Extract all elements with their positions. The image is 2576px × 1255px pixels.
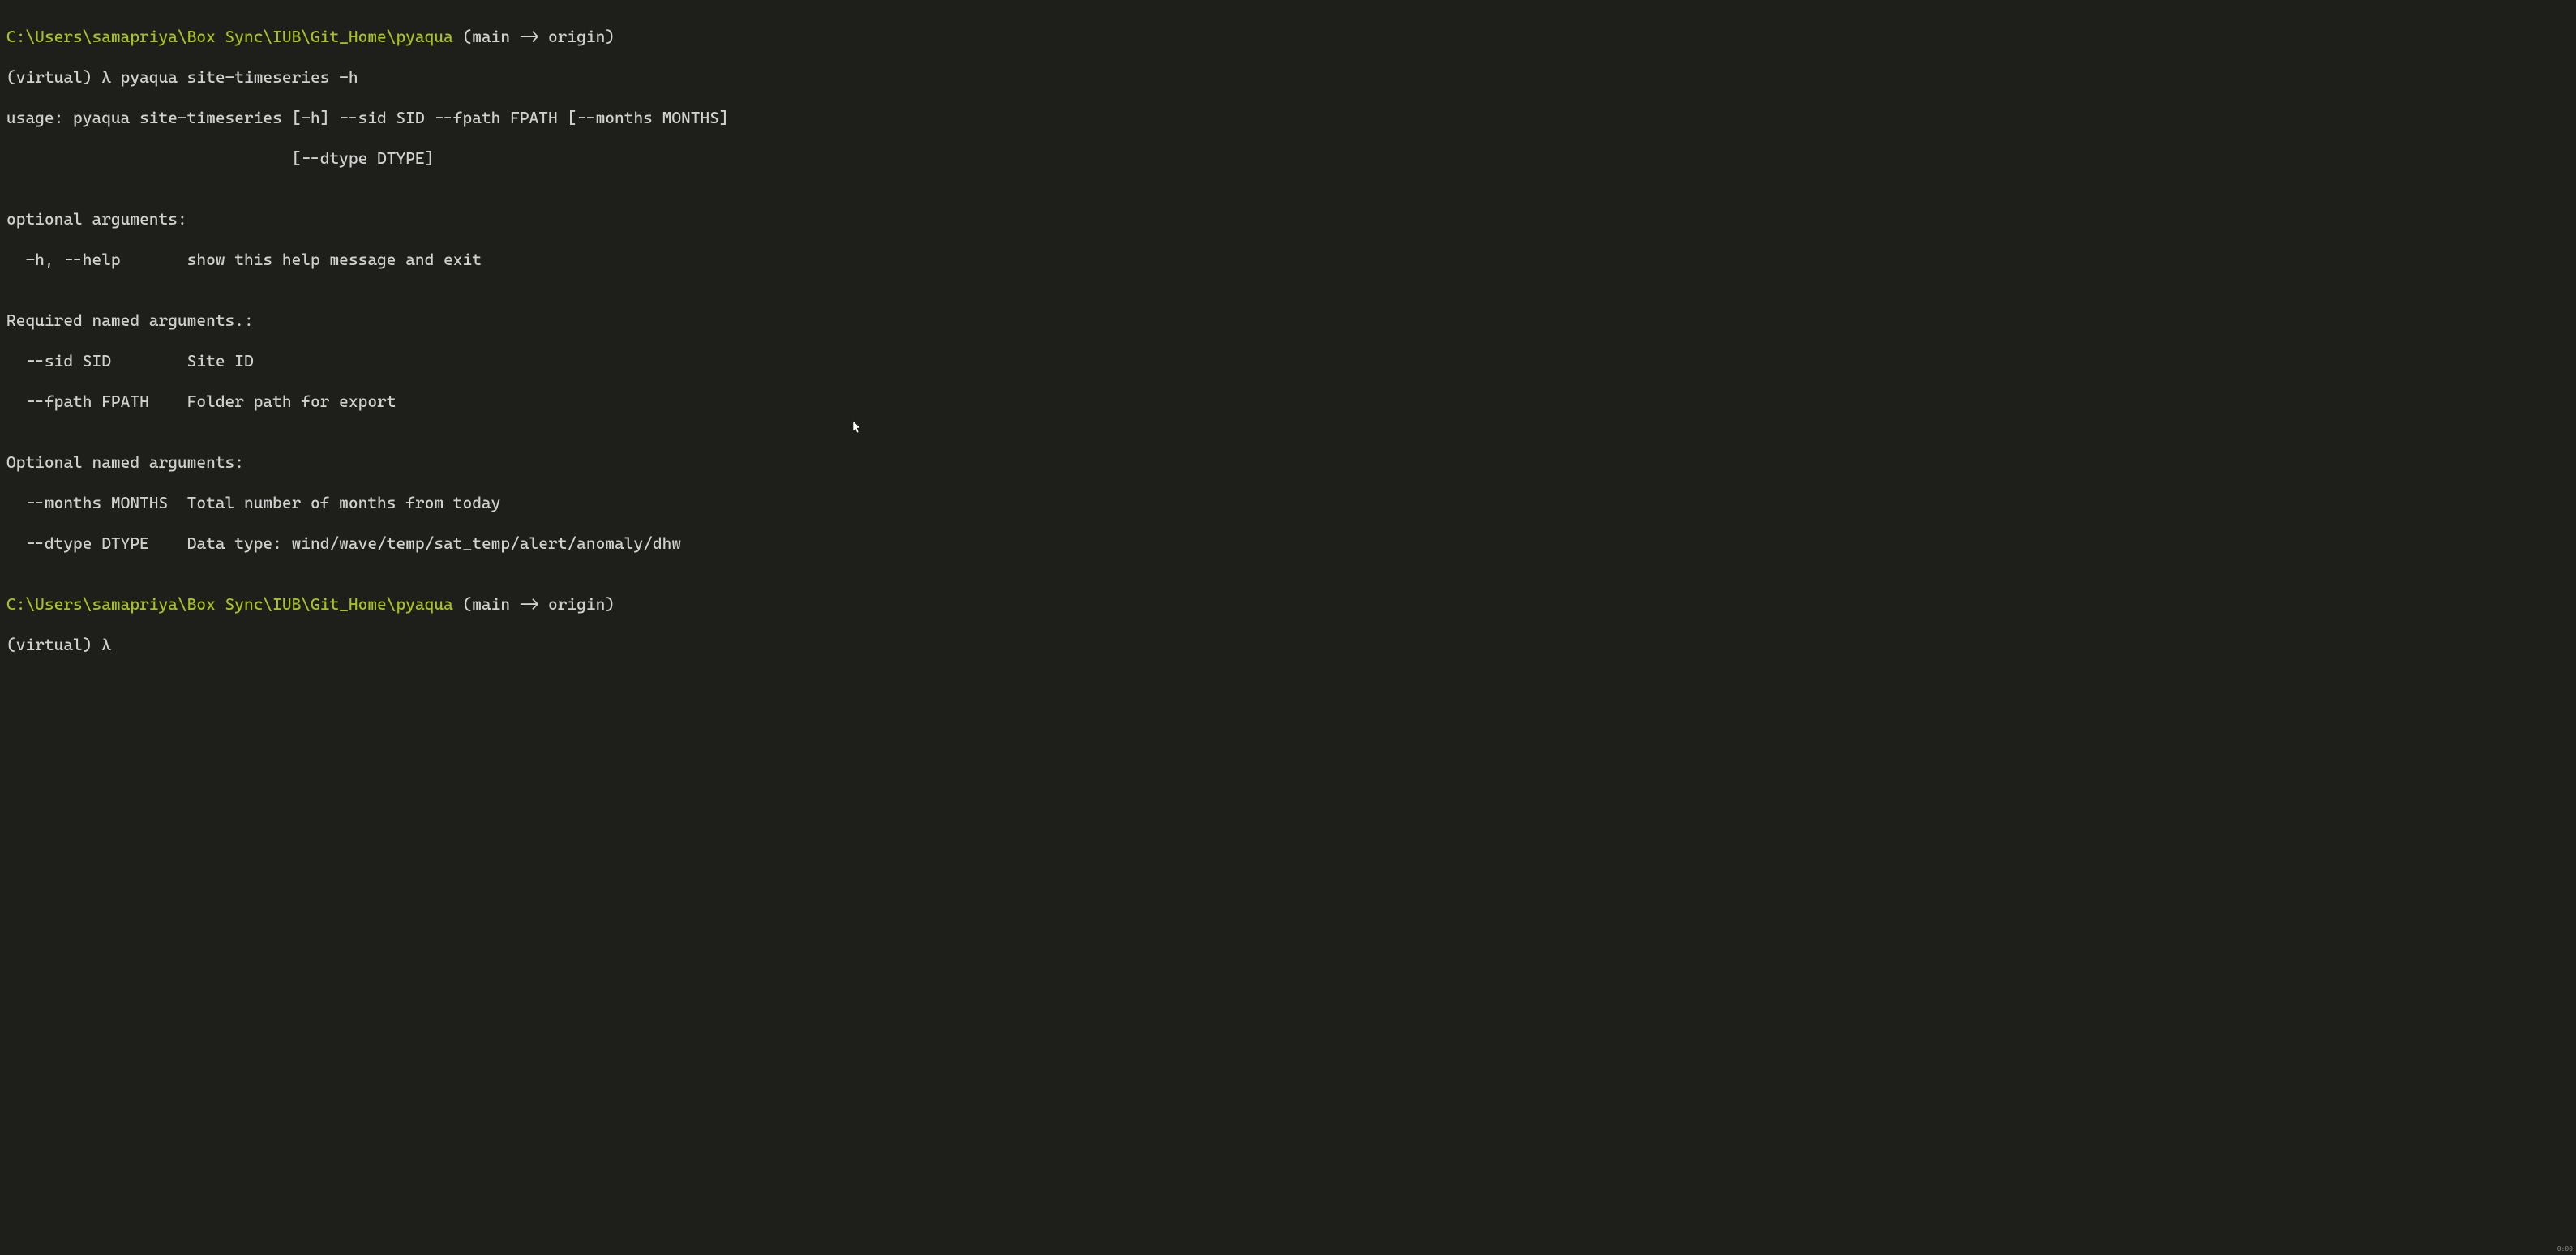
git-branch: (main -> origin) [453, 594, 615, 614]
required-args-header: Required named arguments.: [6, 311, 2570, 331]
prompt-line-1: C:\Users\samapriya\Box Sync\IUB\Git_Home… [6, 27, 2570, 47]
typed-command: pyaqua site-timeseries -h [121, 67, 358, 87]
lambda-symbol: λ [101, 635, 120, 654]
fpath-arg: --fpath FPATH Folder path for export [6, 392, 2570, 412]
usage-line-2: [--dtype DTYPE] [6, 148, 2570, 169]
git-branch: (main -> origin) [453, 27, 615, 46]
sid-arg: --sid SID Site ID [6, 351, 2570, 371]
venv-prefix: (virtual) [6, 67, 101, 87]
command-line-1: (virtual) λ pyaqua site-timeseries -h [6, 67, 2570, 88]
venv-prefix: (virtual) [6, 635, 101, 654]
terminal-window[interactable]: C:\Users\samapriya\Box Sync\IUB\Git_Home… [6, 6, 2570, 675]
dtype-arg: --dtype DTYPE Data type: wind/wave/temp/… [6, 533, 2570, 554]
optional-args-header: optional arguments: [6, 209, 2570, 229]
help-arg: -h, --help show this help message and ex… [6, 250, 2570, 270]
optional-named-header: Optional named arguments: [6, 452, 2570, 473]
recording-indicator: 0:00 [2557, 1245, 2573, 1253]
command-line-2[interactable]: (virtual) λ [6, 635, 2570, 655]
months-arg: --months MONTHS Total number of months f… [6, 493, 2570, 513]
cwd-path: C:\Users\samapriya\Box Sync\IUB\Git_Home… [6, 27, 453, 46]
prompt-line-2: C:\Users\samapriya\Box Sync\IUB\Git_Home… [6, 594, 2570, 615]
usage-line-1: usage: pyaqua site-timeseries [-h] --sid… [6, 108, 2570, 128]
cwd-path: C:\Users\samapriya\Box Sync\IUB\Git_Home… [6, 594, 453, 614]
lambda-symbol: λ [101, 67, 120, 87]
